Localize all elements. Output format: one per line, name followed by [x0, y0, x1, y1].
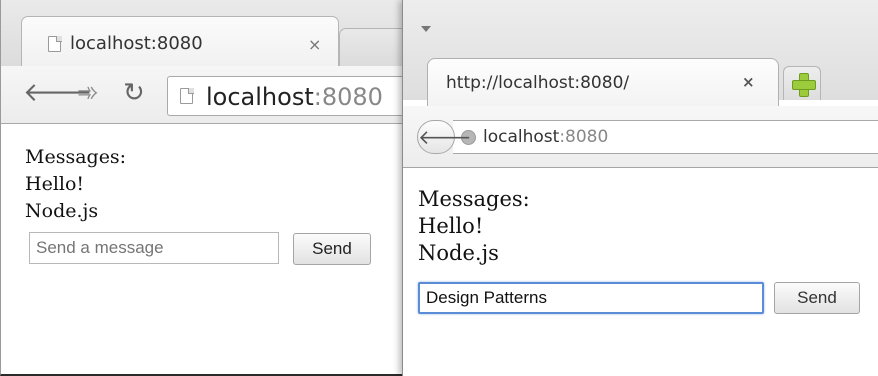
send-button[interactable]: Send [774, 282, 860, 314]
back-arrow-icon[interactable]: 🡐 [417, 120, 472, 154]
right-page-content: Messages: Hello! Node.js [418, 186, 530, 267]
left-tab-strip: localhost:8080 × [1, 0, 410, 66]
forward-arrow-icon[interactable]: ➾ [77, 80, 99, 106]
message-item: Hello! [25, 173, 85, 195]
left-tab-active[interactable]: localhost:8080 × [21, 16, 339, 66]
right-tab-title: http://localhost:8080/ [446, 73, 630, 93]
url-host: localhost [206, 83, 314, 111]
page-icon [48, 35, 62, 52]
close-tab-icon[interactable]: × [742, 73, 755, 91]
message-item: Node.js [418, 241, 499, 265]
tab-menu-icon[interactable] [421, 26, 431, 32]
url-text: localhost:8080 [483, 127, 608, 147]
address-bar[interactable]: localhost:8080 [453, 120, 878, 154]
new-tab-button[interactable] [783, 66, 821, 100]
right-toolbar: localhost:8080 🡐 [403, 106, 878, 168]
url-host: localhost [483, 127, 560, 147]
new-tab-button[interactable] [339, 28, 410, 66]
reload-icon[interactable]: ↻ [123, 80, 145, 106]
address-bar[interactable]: localhost:8080 [167, 76, 410, 116]
right-browser-window: http://localhost:8080/ × localhost:8080 … [402, 0, 878, 376]
send-button[interactable]: Send [293, 233, 371, 265]
messages-heading: Messages: [418, 187, 530, 211]
url-text: localhost:8080 [206, 83, 383, 111]
plus-icon [792, 73, 816, 97]
url-port: :8080 [313, 83, 383, 111]
left-toolbar: 🡐 ➾ ↻ localhost:8080 [1, 66, 410, 124]
left-page-content: Messages: Hello! Node.js [25, 144, 126, 225]
message-input[interactable] [29, 232, 279, 264]
url-port: :8080 [559, 127, 609, 147]
messages-heading: Messages: [25, 146, 127, 168]
left-tab-title: localhost:8080 [70, 33, 203, 54]
message-item: Hello! [418, 214, 484, 238]
message-item: Node.js [25, 200, 99, 222]
message-input[interactable] [418, 282, 764, 314]
left-browser-window: localhost:8080 × 🡐 ➾ ↻ localhost:8080 Me… [0, 0, 410, 376]
right-tab-strip: http://localhost:8080/ × [403, 0, 878, 106]
right-tab-active[interactable]: http://localhost:8080/ × [427, 58, 779, 106]
close-tab-icon[interactable]: × [308, 35, 321, 54]
page-icon [180, 87, 194, 104]
